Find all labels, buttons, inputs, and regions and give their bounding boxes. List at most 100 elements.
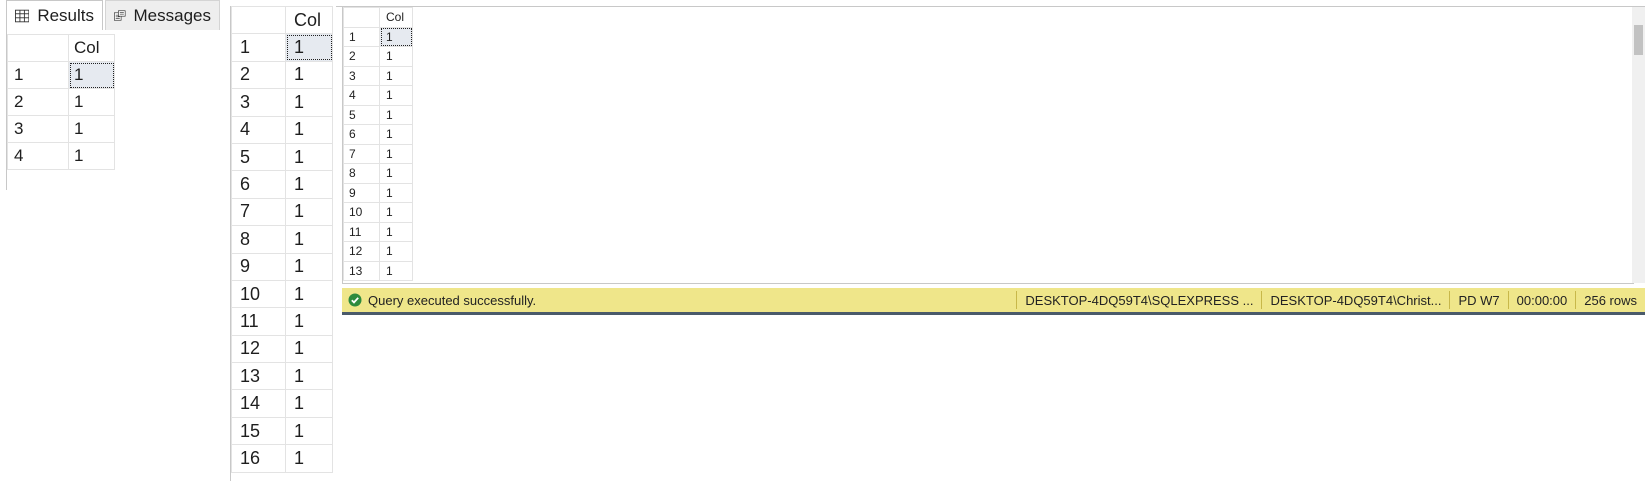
row-number-cell[interactable]: 6 xyxy=(343,124,380,145)
row-number-cell[interactable]: 16 xyxy=(231,444,286,473)
table-row[interactable]: 13 1 xyxy=(343,260,413,281)
table-row[interactable]: 61 xyxy=(343,124,413,145)
data-cell[interactable]: 1 xyxy=(285,279,333,309)
data-cell[interactable]: 1 xyxy=(68,115,115,143)
row-number-cell[interactable]: 3 xyxy=(7,115,69,143)
data-cell[interactable]: 1 xyxy=(379,46,413,67)
row-number-cell[interactable]: 7 xyxy=(343,143,380,164)
table-row[interactable]: 81 xyxy=(231,225,333,254)
row-number-cell[interactable]: 4 xyxy=(343,85,380,106)
row-number-cell[interactable]: 1 xyxy=(343,26,380,47)
row-number-cell[interactable]: 1 xyxy=(231,33,286,62)
data-cell[interactable]: 1 xyxy=(285,334,333,364)
row-number-cell[interactable]: 13 xyxy=(231,362,286,391)
data-cell[interactable]: 1 xyxy=(379,202,413,223)
data-cell[interactable]: 1 xyxy=(379,85,413,106)
table-row[interactable]: 41 xyxy=(231,115,333,144)
row-number-cell[interactable]: 11 xyxy=(343,221,380,242)
data-cell[interactable]: 1 xyxy=(285,170,333,199)
table-row[interactable]: 31 xyxy=(231,88,333,117)
data-cell[interactable]: 1 xyxy=(379,65,413,86)
table-row[interactable]: 12 1 xyxy=(231,334,333,364)
tab-messages[interactable]: Messages xyxy=(105,0,220,30)
data-cell[interactable]: 1 xyxy=(379,260,413,281)
table-row[interactable]: 31 xyxy=(343,65,413,86)
row-number-cell[interactable]: 11 xyxy=(231,307,286,336)
data-cell[interactable]: 1 xyxy=(379,221,413,242)
table-row[interactable]: 81 xyxy=(343,163,413,184)
row-number-header[interactable] xyxy=(231,5,286,35)
row-number-cell[interactable]: 4 xyxy=(7,142,69,170)
table-row[interactable]: 14 1 xyxy=(231,389,333,418)
column-header-col[interactable]: Col xyxy=(285,5,333,35)
row-number-cell[interactable]: 9 xyxy=(231,252,286,281)
data-cell[interactable]: 1 xyxy=(379,124,413,145)
table-row[interactable]: 16 1 xyxy=(231,444,333,473)
selected-cell[interactable]: 1 xyxy=(285,33,333,62)
row-number-cell[interactable]: 5 xyxy=(343,104,380,125)
table-row[interactable]: 51 xyxy=(231,142,333,172)
scrollbar-thumb[interactable] xyxy=(1634,25,1643,55)
row-number-cell[interactable]: 6 xyxy=(231,170,286,199)
table-row[interactable]: 91 xyxy=(343,182,413,203)
data-cell[interactable]: 1 xyxy=(285,197,333,227)
table-row[interactable]: 21 xyxy=(343,46,413,67)
row-number-cell[interactable]: 9 xyxy=(343,182,380,203)
data-cell[interactable]: 1 xyxy=(285,252,333,281)
row-number-cell[interactable]: 14 xyxy=(231,389,286,418)
table-row[interactable]: 71 xyxy=(343,143,413,164)
table-row[interactable]: 91 xyxy=(231,252,333,281)
table-row[interactable]: 10 1 xyxy=(231,279,333,309)
row-number-header[interactable] xyxy=(7,34,69,62)
selected-cell[interactable]: 1 xyxy=(68,61,115,89)
data-cell[interactable]: 1 xyxy=(285,416,333,446)
row-number-cell[interactable]: 3 xyxy=(231,88,286,117)
row-number-cell[interactable]: 2 xyxy=(343,46,380,67)
table-row[interactable]: 21 xyxy=(7,88,115,116)
data-cell[interactable]: 1 xyxy=(285,142,333,172)
data-cell[interactable]: 1 xyxy=(285,225,333,254)
table-row[interactable]: 71 xyxy=(231,197,333,227)
data-cell[interactable]: 1 xyxy=(68,88,115,116)
data-cell[interactable]: 1 xyxy=(68,142,115,170)
table-row[interactable]: 11 xyxy=(343,26,413,47)
row-number-cell[interactable]: 3 xyxy=(343,65,380,86)
data-cell[interactable]: 1 xyxy=(285,88,333,117)
table-row[interactable]: 11 xyxy=(7,61,115,89)
row-number-cell[interactable]: 15 xyxy=(231,416,286,446)
data-cell[interactable]: 1 xyxy=(285,307,333,336)
data-cell[interactable]: 1 xyxy=(285,60,333,90)
table-row[interactable]: 11 xyxy=(231,33,333,62)
data-cell[interactable]: 1 xyxy=(285,389,333,418)
row-number-cell[interactable]: 5 xyxy=(231,142,286,172)
table-row[interactable]: 11 1 xyxy=(231,307,333,336)
table-row[interactable]: 61 xyxy=(231,170,333,199)
table-row[interactable]: 41 xyxy=(7,142,115,170)
row-number-cell[interactable]: 1 xyxy=(7,61,69,89)
row-number-cell[interactable]: 8 xyxy=(343,163,380,184)
row-number-cell[interactable]: 12 xyxy=(231,334,286,364)
selected-cell[interactable]: 1 xyxy=(379,26,413,47)
row-number-cell[interactable]: 12 xyxy=(343,241,380,262)
table-row[interactable]: 31 xyxy=(7,115,115,143)
data-cell[interactable]: 1 xyxy=(379,241,413,262)
column-header-col[interactable]: Col xyxy=(68,34,115,62)
table-row[interactable]: 11 1 xyxy=(343,221,413,242)
row-number-cell[interactable]: 7 xyxy=(231,197,286,227)
data-cell[interactable]: 1 xyxy=(379,163,413,184)
tab-results[interactable]: Results xyxy=(6,0,103,30)
row-number-cell[interactable]: 10 xyxy=(231,279,286,309)
row-number-cell[interactable]: 10 xyxy=(343,202,380,223)
table-row[interactable]: 13 1 xyxy=(231,362,333,391)
data-cell[interactable]: 1 xyxy=(285,115,333,144)
data-cell[interactable]: 1 xyxy=(379,104,413,125)
data-cell[interactable]: 1 xyxy=(285,362,333,391)
table-row[interactable]: 15 1 xyxy=(231,416,333,446)
row-number-cell[interactable]: 8 xyxy=(231,225,286,254)
row-number-header[interactable] xyxy=(343,7,380,28)
data-cell[interactable]: 1 xyxy=(379,182,413,203)
data-cell[interactable]: 1 xyxy=(379,143,413,164)
row-number-cell[interactable]: 13 xyxy=(343,260,380,281)
table-row[interactable]: 41 xyxy=(343,85,413,106)
row-number-cell[interactable]: 2 xyxy=(7,88,69,116)
